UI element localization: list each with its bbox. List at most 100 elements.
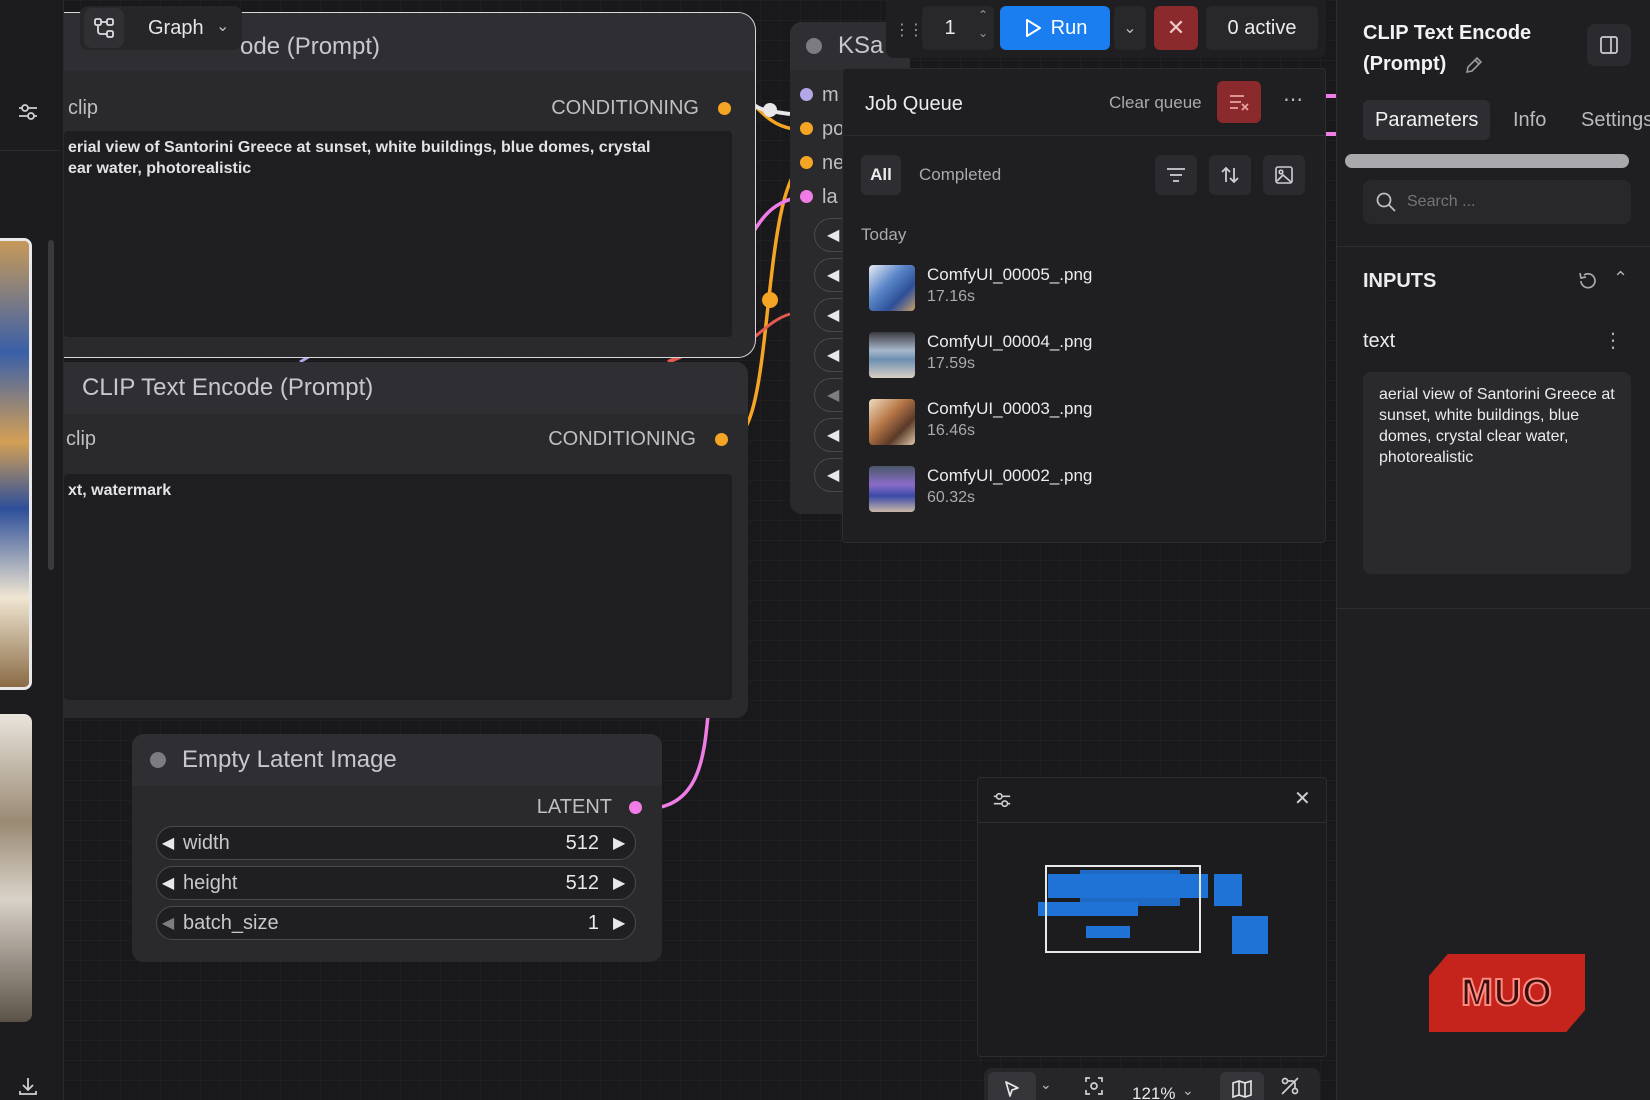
width-widget[interactable]: ◀ width 512 ▶ bbox=[156, 826, 636, 860]
download-icon[interactable] bbox=[8, 1066, 48, 1100]
job-queue-panel: Job Queue Clear queue ⋯ All Completed To… bbox=[842, 68, 1326, 543]
graph-label: Graph bbox=[148, 17, 204, 39]
chevron-down-icon[interactable]: ⌄ bbox=[216, 16, 229, 36]
increment-arrow-icon[interactable]: ▶ bbox=[613, 833, 635, 853]
run-button[interactable]: Run bbox=[1000, 6, 1110, 50]
scrollbar[interactable] bbox=[48, 240, 54, 570]
batch-size-widget[interactable]: ◀ batch_size 1 ▶ bbox=[156, 906, 636, 940]
clear-queue-button[interactable]: Clear queue bbox=[1109, 93, 1202, 113]
zoom-level[interactable]: 121% bbox=[1132, 1084, 1175, 1100]
filter-all-tab[interactable]: All bbox=[861, 155, 901, 195]
chevron-down-icon[interactable]: ⌄ bbox=[978, 26, 988, 40]
input-label: ne bbox=[822, 152, 845, 174]
chevron-down-icon[interactable]: ⌄ bbox=[1182, 1082, 1194, 1099]
input-label: po bbox=[822, 118, 845, 140]
increment-arrow-icon[interactable]: ▶ bbox=[613, 913, 635, 933]
clip-text-encode-node-bottom[interactable]: CLIP Text Encode (Prompt) clip CONDITION… bbox=[64, 362, 748, 718]
run-options-chevron-icon[interactable]: ⌄ bbox=[1114, 6, 1146, 50]
cancel-close-icon[interactable]: ✕ bbox=[1154, 6, 1198, 50]
prompt-textarea[interactable]: erial view of Santorini Greece at sunset… bbox=[64, 131, 732, 337]
search-input-box[interactable] bbox=[1363, 180, 1631, 224]
height-widget[interactable]: ◀ height 512 ▶ bbox=[156, 866, 636, 900]
tab-info[interactable]: Info bbox=[1513, 100, 1546, 140]
decrement-arrow-icon[interactable]: ◀ bbox=[157, 873, 179, 893]
job-queue-title: Job Queue bbox=[865, 93, 963, 115]
field-label-text: text bbox=[1363, 330, 1396, 352]
wire-stub bbox=[1326, 132, 1336, 136]
tab-settings[interactable]: Settings bbox=[1581, 100, 1650, 140]
canvas-bottom-bar: ⌄ 121% ⌄ bbox=[984, 1068, 1320, 1100]
decrement-arrow-icon[interactable]: ◀ bbox=[157, 833, 179, 853]
minimap-toggle-icon[interactable] bbox=[1220, 1072, 1264, 1100]
chevron-up-icon[interactable]: ⌃ bbox=[978, 8, 988, 22]
reset-icon[interactable] bbox=[1577, 270, 1599, 297]
left-rail bbox=[0, 0, 64, 1100]
horizontal-scrollbar[interactable] bbox=[1345, 154, 1629, 168]
input-clip-label: clip bbox=[66, 428, 97, 450]
graph-icon[interactable] bbox=[84, 8, 124, 48]
more-options-icon[interactable]: ⋯ bbox=[1283, 87, 1303, 112]
positive-input-slot[interactable] bbox=[800, 122, 813, 135]
increment-arrow-icon[interactable]: ▶ bbox=[613, 873, 635, 893]
queue-item[interactable]: ComfyUI_00002_.png 60.32s bbox=[869, 464, 1289, 516]
collapse-chevron-up-icon[interactable]: ⌃ bbox=[1613, 268, 1628, 289]
fit-view-icon[interactable] bbox=[1084, 1076, 1104, 1100]
node-title: Empty Latent Image bbox=[182, 746, 397, 773]
gallery-image-icon[interactable] bbox=[1263, 155, 1305, 195]
minimap-viewport[interactable] bbox=[1045, 865, 1201, 953]
graph-breadcrumb[interactable]: Graph ⌄ bbox=[80, 6, 242, 50]
toggle-panel-icon[interactable] bbox=[1587, 24, 1631, 66]
result-thumbnail bbox=[869, 399, 915, 445]
sort-icon[interactable] bbox=[1209, 155, 1251, 195]
text-field-textarea[interactable]: aerial view of Santorini Greece at sunse… bbox=[1363, 372, 1631, 574]
input-label: m bbox=[822, 84, 839, 106]
edit-pencil-icon[interactable] bbox=[1464, 55, 1484, 75]
latent-input-slot[interactable] bbox=[800, 190, 813, 203]
node-status-dot bbox=[806, 38, 822, 54]
settings-sliders-icon[interactable] bbox=[8, 92, 48, 132]
output-conditioning-label: CONDITIONING bbox=[551, 97, 699, 119]
decrement-arrow-icon[interactable]: ◀ bbox=[157, 913, 179, 933]
conditioning-output-slot[interactable] bbox=[718, 102, 731, 115]
empty-latent-image-node[interactable]: Empty Latent Image LATENT ◀ width 512 ▶ … bbox=[132, 734, 662, 962]
minimap-panel[interactable]: ✕ bbox=[977, 777, 1327, 1057]
search-input[interactable] bbox=[1407, 188, 1617, 216]
model-input-slot[interactable] bbox=[800, 88, 813, 101]
chevron-down-icon[interactable]: ⌄ bbox=[1040, 1076, 1052, 1093]
output-conditioning-label: CONDITIONING bbox=[548, 428, 696, 450]
group-label-today: Today bbox=[861, 225, 907, 244]
filter-icon[interactable] bbox=[1155, 155, 1197, 195]
conditioning-output-slot[interactable] bbox=[715, 433, 728, 446]
negative-prompt-textarea[interactable]: xt, watermark bbox=[64, 474, 732, 700]
node-title: KSa bbox=[838, 32, 884, 59]
node-properties-panel: CLIP Text Encode (Prompt) Parameters Inf… bbox=[1336, 0, 1650, 1100]
image-thumbnail[interactable] bbox=[0, 714, 32, 1022]
drag-handle-icon[interactable]: ⋮⋮ bbox=[894, 20, 924, 40]
queue-item[interactable]: ComfyUI_00004_.png 17.59s bbox=[869, 330, 1289, 382]
comfyui-canvas[interactable]: ode (Prompt) clip CONDITIONING erial vie… bbox=[0, 0, 1650, 1100]
field-more-vertical-icon[interactable]: ⋮ bbox=[1603, 328, 1623, 353]
clear-queue-icon[interactable] bbox=[1217, 81, 1261, 123]
queue-item[interactable]: ComfyUI_00005_.png 17.16s bbox=[869, 263, 1289, 315]
negative-input-slot[interactable] bbox=[800, 156, 813, 169]
minimap-node bbox=[1214, 874, 1242, 906]
select-pointer-icon[interactable] bbox=[988, 1072, 1036, 1100]
minimap-node bbox=[1232, 916, 1268, 954]
input-label: la bbox=[822, 186, 838, 208]
result-thumbnail bbox=[869, 265, 915, 311]
link-visibility-icon[interactable] bbox=[1280, 1076, 1300, 1100]
active-jobs-button[interactable]: 0 active bbox=[1206, 6, 1318, 50]
clip-text-encode-node-top[interactable]: ode (Prompt) clip CONDITIONING erial vie… bbox=[64, 12, 756, 358]
play-icon bbox=[1025, 19, 1041, 37]
latent-output-slot[interactable] bbox=[629, 801, 642, 814]
muo-watermark-logo: MUO bbox=[1429, 954, 1585, 1032]
queue-count-stepper[interactable]: 1 ⌃ ⌄ bbox=[922, 6, 994, 50]
queue-item[interactable]: ComfyUI_00003_.png 16.46s bbox=[869, 397, 1289, 449]
selected-image-thumbnail[interactable] bbox=[0, 238, 32, 690]
tab-parameters[interactable]: Parameters bbox=[1363, 100, 1491, 140]
input-clip-label: clip bbox=[68, 97, 99, 119]
filter-completed-tab[interactable]: Completed bbox=[919, 165, 1001, 185]
node-title: ode (Prompt) bbox=[240, 33, 381, 60]
close-icon[interactable]: ✕ bbox=[1294, 786, 1311, 811]
minimap-settings-icon[interactable] bbox=[992, 790, 1012, 815]
